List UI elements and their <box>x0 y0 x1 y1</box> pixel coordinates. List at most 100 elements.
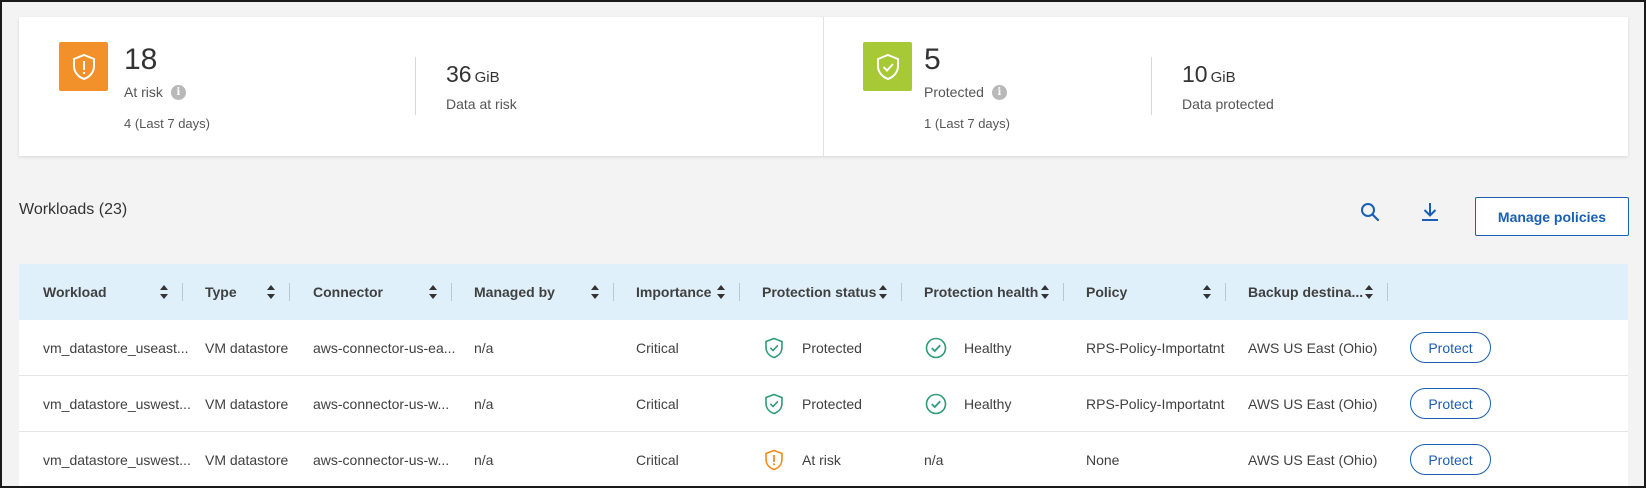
column-divider[interactable] <box>613 283 614 301</box>
cell-policy: RPS-Policy-Importatnt <box>1086 340 1225 356</box>
column-label: Type <box>205 284 237 300</box>
table-row[interactable]: vm_datastore_uswest... VM datastore aws-… <box>19 432 1628 486</box>
data-at-risk-value: 36 <box>446 61 472 87</box>
column-header-protection-health[interactable]: Protection health <box>924 264 1038 320</box>
cell-backup-destination: AWS US East (Ohio) <box>1248 396 1378 412</box>
cell-managed-by: n/a <box>474 452 494 468</box>
shield-alert-icon <box>59 42 108 91</box>
column-label: Workload <box>43 284 107 300</box>
shield-alert-icon <box>765 449 783 471</box>
download-icon[interactable] <box>1418 200 1442 224</box>
data-protected-label: Data protected <box>1182 96 1274 112</box>
cell-policy: None <box>1086 452 1120 468</box>
shield-check-icon <box>863 42 912 91</box>
column-divider[interactable] <box>451 283 452 301</box>
at-risk-summary: 18 At risk i 4 (Last 7 days) 36 GiB Data … <box>19 17 824 156</box>
column-label: Importance <box>636 284 712 300</box>
cell-protection-status: Protected <box>762 320 862 376</box>
cell-type: VM datastore <box>205 452 289 468</box>
sort-icon[interactable] <box>878 284 888 300</box>
sort-icon[interactable] <box>1040 284 1050 300</box>
sort-icon[interactable] <box>1364 284 1374 300</box>
sort-icon[interactable] <box>716 284 726 300</box>
column-divider[interactable] <box>901 283 902 301</box>
table-header: Workload Type Connector Managed by Impor… <box>19 264 1628 320</box>
data-protected-size: 10 GiB <box>1182 61 1236 88</box>
table-row[interactable]: vm_datastore_uswest... VM datastore aws-… <box>19 376 1628 432</box>
at-risk-label: At risk <box>124 84 163 100</box>
at-risk-count: 18 <box>124 43 158 76</box>
table-row[interactable]: vm_datastore_useast... VM datastore aws-… <box>19 320 1628 376</box>
column-header-protection-status[interactable]: Protection status <box>762 264 876 320</box>
at-risk-last-7-days: 4 (Last 7 days) <box>124 116 210 131</box>
cell-managed-by: n/a <box>474 340 494 356</box>
column-header-workload[interactable]: Workload <box>43 264 107 320</box>
protected-last-7-days: 1 (Last 7 days) <box>924 116 1010 131</box>
column-header-managed-by[interactable]: Managed by <box>474 264 555 320</box>
cell-managed-by: n/a <box>474 396 494 412</box>
protected-summary: 5 Protected i 1 (Last 7 days) 10 GiB Data… <box>824 17 1628 156</box>
data-protected-value: 10 <box>1182 61 1208 87</box>
sort-icon[interactable] <box>1202 284 1212 300</box>
column-divider[interactable] <box>1387 283 1388 301</box>
workloads-table: Workload Type Connector Managed by Impor… <box>19 264 1628 486</box>
divider <box>415 57 416 115</box>
protection-summary-card: 18 At risk i 4 (Last 7 days) 36 GiB Data … <box>19 17 1628 156</box>
cell-connector: aws-connector-us-w... <box>313 396 450 412</box>
cell-protection-status: At risk <box>762 432 841 486</box>
data-at-risk-unit: GiB <box>474 69 500 86</box>
workload-dashboard: 18 At risk i 4 (Last 7 days) 36 GiB Data … <box>0 0 1646 488</box>
cell-type: VM datastore <box>205 396 289 412</box>
cell-policy: RPS-Policy-Importatnt <box>1086 396 1225 412</box>
search-icon[interactable] <box>1358 200 1382 224</box>
sort-icon[interactable] <box>590 284 600 300</box>
cell-protection-health: Healthy <box>924 376 1011 432</box>
column-label: Managed by <box>474 284 555 300</box>
workloads-title: Workloads (23) <box>19 201 128 218</box>
cell-importance: Critical <box>636 396 679 412</box>
status-text: Protected <box>802 340 862 356</box>
column-header-connector[interactable]: Connector <box>313 264 383 320</box>
cell-workload[interactable]: vm_datastore_useast... <box>43 320 189 376</box>
health-text: Healthy <box>964 396 1012 412</box>
column-header-backup-destination[interactable]: Backup destina... <box>1248 264 1363 320</box>
data-at-risk-size: 36 GiB <box>446 61 500 88</box>
cell-protection-status: Protected <box>762 376 862 432</box>
check-circle-icon <box>925 393 947 415</box>
shield-check-icon <box>765 337 783 359</box>
cell-connector: aws-connector-us-w... <box>313 452 450 468</box>
column-header-type[interactable]: Type <box>205 264 237 320</box>
check-circle-icon <box>925 337 947 359</box>
protect-button[interactable]: Protect <box>1410 444 1491 475</box>
cell-type: VM datastore <box>205 340 289 356</box>
cell-protection-health: Healthy <box>924 320 1011 376</box>
info-icon[interactable]: i <box>170 84 186 100</box>
cell-workload[interactable]: vm_datastore_uswest... <box>43 376 191 432</box>
sort-icon[interactable] <box>428 284 438 300</box>
at-risk-label-group: At risk i <box>124 84 186 100</box>
sort-icon[interactable] <box>266 284 276 300</box>
status-text: Protected <box>802 396 862 412</box>
column-header-importance[interactable]: Importance <box>636 264 711 320</box>
column-divider[interactable] <box>289 283 290 301</box>
column-divider[interactable] <box>1063 283 1064 301</box>
protected-label: Protected <box>924 84 984 100</box>
protect-button[interactable]: Protect <box>1410 388 1491 419</box>
column-label: Backup destina... <box>1248 284 1364 300</box>
divider <box>1151 57 1152 115</box>
sort-icon[interactable] <box>159 284 169 300</box>
column-label: Protection status <box>762 284 877 300</box>
column-header-policy[interactable]: Policy <box>1086 264 1127 320</box>
column-divider[interactable] <box>739 283 740 301</box>
protect-button[interactable]: Protect <box>1410 332 1491 363</box>
info-icon[interactable]: i <box>991 84 1007 100</box>
status-text: At risk <box>802 452 841 468</box>
shield-check-icon <box>765 393 783 415</box>
cell-backup-destination: AWS US East (Ohio) <box>1248 452 1378 468</box>
manage-policies-button[interactable]: Manage policies <box>1475 197 1629 236</box>
health-text: n/a <box>924 452 944 468</box>
cell-importance: Critical <box>636 340 679 356</box>
cell-workload[interactable]: vm_datastore_uswest... <box>43 432 191 486</box>
column-divider[interactable] <box>1225 283 1226 301</box>
column-divider[interactable] <box>182 283 183 301</box>
